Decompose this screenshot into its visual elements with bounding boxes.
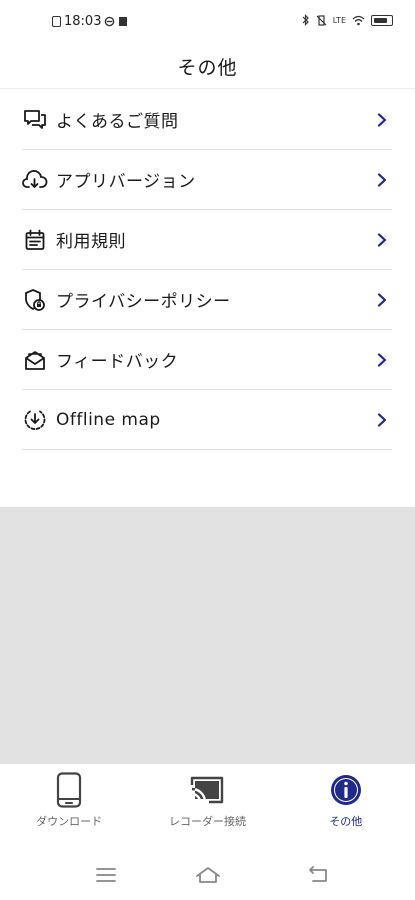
tab-label: その他 bbox=[329, 815, 363, 828]
phone-icon bbox=[56, 772, 82, 808]
bottom-tab-bar: ダウンロード レコーダー接続 その他 bbox=[0, 764, 415, 840]
menu-item-faq[interactable]: よくあるご質問 bbox=[22, 90, 392, 150]
wifi-icon bbox=[352, 15, 365, 25]
vibrate-icon bbox=[316, 14, 327, 26]
bluetooth-icon bbox=[302, 14, 309, 26]
tab-recorder-connect[interactable]: レコーダー接続 bbox=[138, 764, 276, 840]
settings-menu: よくあるご質問 アプリバージョン 利用規則 プライバシーポリシー フィードバック… bbox=[22, 90, 392, 450]
sim-icon bbox=[52, 16, 61, 27]
chevron-right-icon bbox=[372, 350, 392, 370]
cast-icon bbox=[189, 772, 225, 808]
menu-item-label: アプリバージョン bbox=[56, 172, 196, 192]
faq-chat-icon bbox=[22, 107, 48, 133]
page-header: その他 bbox=[0, 44, 415, 89]
back-icon bbox=[309, 866, 327, 882]
menu-item-privacy[interactable]: プライバシーポリシー bbox=[22, 270, 392, 330]
offline-download-icon bbox=[22, 407, 48, 433]
menu-item-terms[interactable]: 利用規則 bbox=[22, 210, 392, 270]
cloud-download-icon bbox=[22, 167, 48, 193]
battery-icon bbox=[371, 14, 393, 26]
home-icon bbox=[196, 867, 220, 883]
menu-item-offline-map[interactable]: Offline map bbox=[22, 390, 392, 450]
tab-label: レコーダー接続 bbox=[168, 815, 246, 828]
chevron-right-icon bbox=[372, 110, 392, 130]
status-time: 18:03 bbox=[64, 14, 102, 29]
menu-item-label: Offline map bbox=[56, 409, 161, 430]
menu-item-label: フィードバック bbox=[56, 352, 179, 372]
tab-download[interactable]: ダウンロード bbox=[0, 764, 138, 840]
tab-label: ダウンロード bbox=[36, 815, 103, 828]
menu-lines-icon bbox=[96, 868, 116, 882]
menu-item-label: プライバシーポリシー bbox=[56, 292, 231, 312]
sync-icon bbox=[105, 16, 115, 27]
status-bar: 18:03 LTE bbox=[0, 0, 415, 44]
status-left: 18:03 bbox=[52, 14, 128, 29]
empty-content-area bbox=[0, 507, 415, 764]
menu-item-feedback[interactable]: フィードバック bbox=[22, 330, 392, 390]
info-icon bbox=[329, 772, 363, 808]
back-nav-button[interactable] bbox=[305, 864, 331, 886]
chevron-right-icon bbox=[372, 410, 392, 430]
shield-lock-icon bbox=[22, 287, 48, 313]
menu-item-app-version[interactable]: アプリバージョン bbox=[22, 150, 392, 210]
menu-nav-button[interactable] bbox=[93, 864, 119, 886]
tab-other[interactable]: その他 bbox=[277, 764, 415, 840]
menu-item-label: 利用規則 bbox=[56, 232, 126, 252]
system-nav-bar bbox=[0, 840, 415, 900]
notification-icon bbox=[119, 17, 128, 26]
page-title: その他 bbox=[177, 56, 238, 79]
network-type: LTE bbox=[332, 15, 346, 25]
feedback-mail-icon bbox=[22, 347, 48, 373]
menu-item-label: よくあるご質問 bbox=[56, 112, 179, 132]
calendar-terms-icon bbox=[22, 227, 48, 253]
chevron-right-icon bbox=[372, 170, 392, 190]
chevron-right-icon bbox=[372, 230, 392, 250]
chevron-right-icon bbox=[372, 290, 392, 310]
home-nav-button[interactable] bbox=[195, 864, 221, 886]
status-right: LTE bbox=[302, 14, 393, 26]
